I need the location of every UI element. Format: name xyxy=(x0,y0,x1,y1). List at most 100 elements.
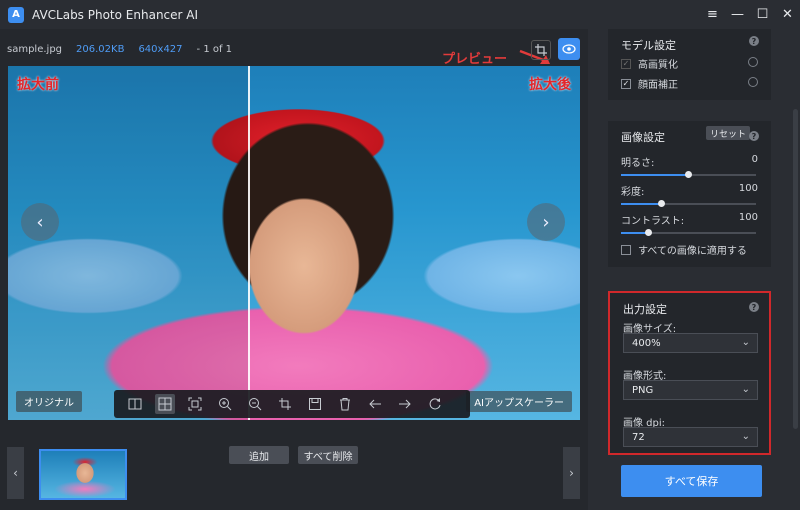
delete-button[interactable] xyxy=(335,394,355,414)
file-counter: - 1 of 1 xyxy=(196,44,233,55)
workspace: sample.jpg 206.02KB 640x427 - 1 of 1 プレビ… xyxy=(0,29,588,510)
apply-all-label: すべての画像に適用する xyxy=(638,246,747,257)
crop-tool-button[interactable] xyxy=(531,40,551,60)
menu-icon[interactable]: ≡ xyxy=(700,0,725,29)
upscaler-badge: AIアップスケーラー xyxy=(466,391,572,412)
chevron-right-icon: › xyxy=(542,211,550,233)
zoom-in-button[interactable] xyxy=(215,394,235,414)
image-size-select[interactable]: 400% ⌄ xyxy=(623,333,758,353)
reset-button[interactable]: リセット xyxy=(706,126,751,140)
brightness-slider-fill xyxy=(621,174,689,176)
model-settings-title: モデル設定 xyxy=(621,39,676,52)
saturation-slider-handle[interactable] xyxy=(658,200,665,207)
split-view-button[interactable] xyxy=(125,394,145,414)
option-upscale[interactable]: ✓ 高画質化 xyxy=(621,56,678,71)
image-format-value: PNG xyxy=(632,384,654,396)
fit-screen-button[interactable] xyxy=(185,394,205,414)
gear-icon[interactable] xyxy=(748,77,758,87)
comparison-divider[interactable] xyxy=(248,66,250,420)
image-settings-card: 画像設定 リセット ? 明るさ: 0 彩度: 100 コントラスト: 100 す… xyxy=(608,121,771,267)
apply-all-option[interactable]: すべての画像に適用する xyxy=(621,242,747,257)
image-format-select[interactable]: PNG ⌄ xyxy=(623,380,758,400)
next-image-button[interactable]: › xyxy=(527,203,565,241)
refresh-button[interactable] xyxy=(425,394,445,414)
redo-icon xyxy=(399,399,411,409)
checkbox-apply-all[interactable] xyxy=(621,244,631,255)
chevron-down-icon: ⌄ xyxy=(741,431,750,442)
undo-button[interactable] xyxy=(365,394,385,414)
app-title: AVCLabs Photo Enhancer AI xyxy=(32,7,199,22)
output-settings-title: 出力設定 xyxy=(623,303,667,316)
filmstrip-next-button[interactable]: › xyxy=(563,447,580,499)
add-image-button[interactable]: 追加 xyxy=(229,446,289,464)
chevron-right-icon: › xyxy=(569,466,574,480)
brightness-slider[interactable] xyxy=(621,171,756,178)
gear-icon[interactable] xyxy=(748,57,758,67)
image-settings-title: 画像設定 xyxy=(621,131,665,144)
file-size: 206.02KB xyxy=(76,44,125,55)
crop-button[interactable] xyxy=(275,394,295,414)
grid-view-button[interactable] xyxy=(155,394,175,414)
file-name: sample.jpg xyxy=(7,44,63,55)
minimize-icon[interactable]: — xyxy=(725,0,750,29)
app-logo: A xyxy=(8,6,24,23)
contrast-slider-handle[interactable] xyxy=(645,229,652,236)
option-face-refine[interactable]: ✓ 顔面補正 xyxy=(621,76,678,91)
image-dpi-select[interactable]: 72 ⌄ xyxy=(623,427,758,447)
image-thumbnail[interactable] xyxy=(39,449,127,500)
checkbox-face-refine[interactable]: ✓ xyxy=(621,78,631,89)
option-face-refine-label: 顔面補正 xyxy=(638,80,678,91)
contrast-slider[interactable] xyxy=(621,229,756,236)
grid-view-icon xyxy=(158,397,172,411)
brightness-slider-handle[interactable] xyxy=(685,171,692,178)
image-viewer[interactable]: 拡大前 拡大後 ‹ › オリジナル AIアップスケーラー xyxy=(8,66,580,420)
title-bar: A AVCLabs Photo Enhancer AI ≡ — ☐ ✕ xyxy=(0,0,800,29)
undo-icon xyxy=(369,399,381,409)
chevron-left-icon: ‹ xyxy=(36,211,44,233)
crop-icon xyxy=(279,398,291,410)
remove-all-button[interactable]: すべて削除 xyxy=(298,446,358,464)
contrast-slider-fill xyxy=(621,232,648,234)
delete-icon xyxy=(340,398,350,411)
help-icon[interactable]: ? xyxy=(749,131,759,141)
window-controls: ≡ — ☐ ✕ xyxy=(700,0,800,29)
maximize-icon[interactable]: ☐ xyxy=(750,0,775,29)
fit-screen-icon xyxy=(188,397,202,411)
chevron-left-icon: ‹ xyxy=(13,466,18,480)
save-image-button[interactable] xyxy=(305,394,325,414)
filmstrip-prev-button[interactable]: ‹ xyxy=(7,447,24,499)
eye-icon xyxy=(562,44,576,54)
saturation-value: 100 xyxy=(738,183,758,194)
original-badge: オリジナル xyxy=(16,391,82,412)
refresh-icon xyxy=(429,398,441,410)
saturation-slider-fill xyxy=(621,203,662,205)
zoom-in-icon xyxy=(219,398,232,411)
help-icon[interactable]: ? xyxy=(749,302,759,312)
checkbox-upscale[interactable]: ✓ xyxy=(621,58,631,69)
contrast-value: 100 xyxy=(738,212,758,223)
after-label: 拡大後 xyxy=(529,77,571,93)
file-info: sample.jpg 206.02KB 640x427 - 1 of 1 xyxy=(7,44,232,55)
settings-scrollbar[interactable] xyxy=(793,109,798,429)
image-dpi-value: 72 xyxy=(632,431,645,443)
image-size-value: 400% xyxy=(632,337,661,349)
model-settings-card: モデル設定 ? ✓ 高画質化 ✓ 顔面補正 xyxy=(608,29,771,100)
redo-button[interactable] xyxy=(395,394,415,414)
viewer-toolbar xyxy=(114,390,470,418)
saturation-label: 彩度: xyxy=(621,187,645,198)
saturation-slider[interactable] xyxy=(621,200,756,207)
file-dimensions: 640x427 xyxy=(138,44,183,55)
settings-panel: モデル設定 ? ✓ 高画質化 ✓ 顔面補正 画像設定 リセット ? 明るさ: 0… xyxy=(588,29,800,510)
close-icon[interactable]: ✕ xyxy=(775,0,800,29)
save-all-button[interactable]: すべて保存 xyxy=(621,465,762,497)
save-icon xyxy=(309,398,321,410)
zoom-out-icon xyxy=(249,398,262,411)
previous-image-button[interactable]: ‹ xyxy=(21,203,59,241)
chevron-down-icon: ⌄ xyxy=(741,337,750,348)
chevron-down-icon: ⌄ xyxy=(741,384,750,395)
preview-button[interactable] xyxy=(558,38,580,60)
help-icon[interactable]: ? xyxy=(749,36,759,46)
zoom-out-button[interactable] xyxy=(245,394,265,414)
contrast-label: コントラスト: xyxy=(621,216,685,227)
output-settings-card: 出力設定 ? 画像サイズ: 400% ⌄ 画像形式: PNG ⌄ 画像 dpi:… xyxy=(608,291,771,455)
